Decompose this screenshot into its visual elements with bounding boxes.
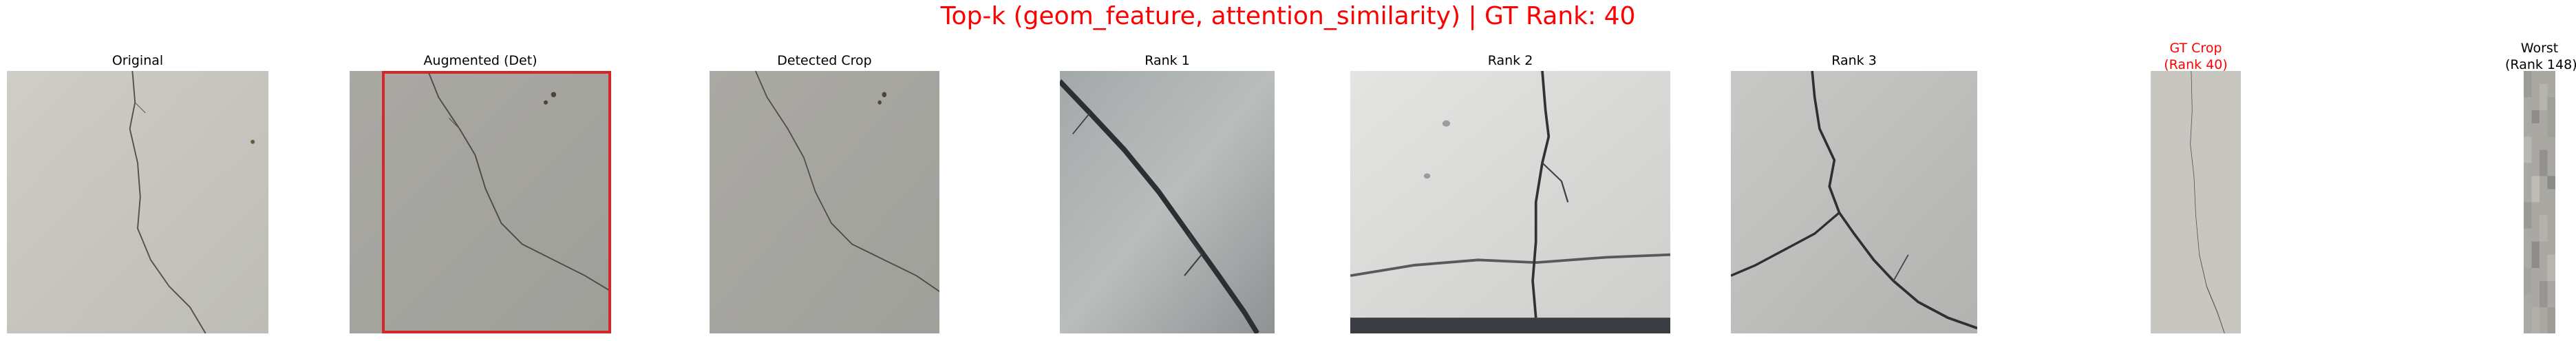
worst-image xyxy=(2524,71,2555,333)
panel-title-rank1: Rank 1 xyxy=(1060,52,1275,69)
detected-crop-image xyxy=(710,71,939,333)
augmented-image xyxy=(350,71,611,333)
panel-title-line: Augmented (Det) xyxy=(423,53,537,68)
panel-title-gt: GT Crop (Rank 40) xyxy=(2151,40,2241,73)
panel-title-line: Rank 2 xyxy=(1487,53,1533,68)
panel-title-rank3: Rank 3 xyxy=(1731,52,1977,69)
panel-title-detected: Detected Crop xyxy=(710,52,939,69)
panel-title-line: Rank 1 xyxy=(1145,53,1190,68)
panel-title-augmented: Augmented (Det) xyxy=(350,52,611,69)
panel-title-line: Worst xyxy=(2520,41,2559,56)
panel-title-rank2: Rank 2 xyxy=(1350,52,1670,69)
gt-crop-image xyxy=(2151,71,2241,333)
detection-box xyxy=(382,71,611,333)
panel-title-line: Original xyxy=(111,53,164,68)
panel-title-worst: Worst (Rank 148) xyxy=(2505,40,2576,73)
figure-suptitle: Top-k (geom_feature, attention_similarit… xyxy=(940,2,1636,30)
original-image xyxy=(7,71,268,333)
rank-2-image xyxy=(1350,71,1670,333)
panel-title-line: GT Crop xyxy=(2169,41,2222,56)
rank-3-image xyxy=(1731,71,1977,333)
panel-title-original: Original xyxy=(7,52,268,69)
panel-title-line: Rank 3 xyxy=(1831,53,1877,68)
rank-1-image xyxy=(1060,71,1275,333)
panel-title-line: Detected Crop xyxy=(777,53,872,68)
